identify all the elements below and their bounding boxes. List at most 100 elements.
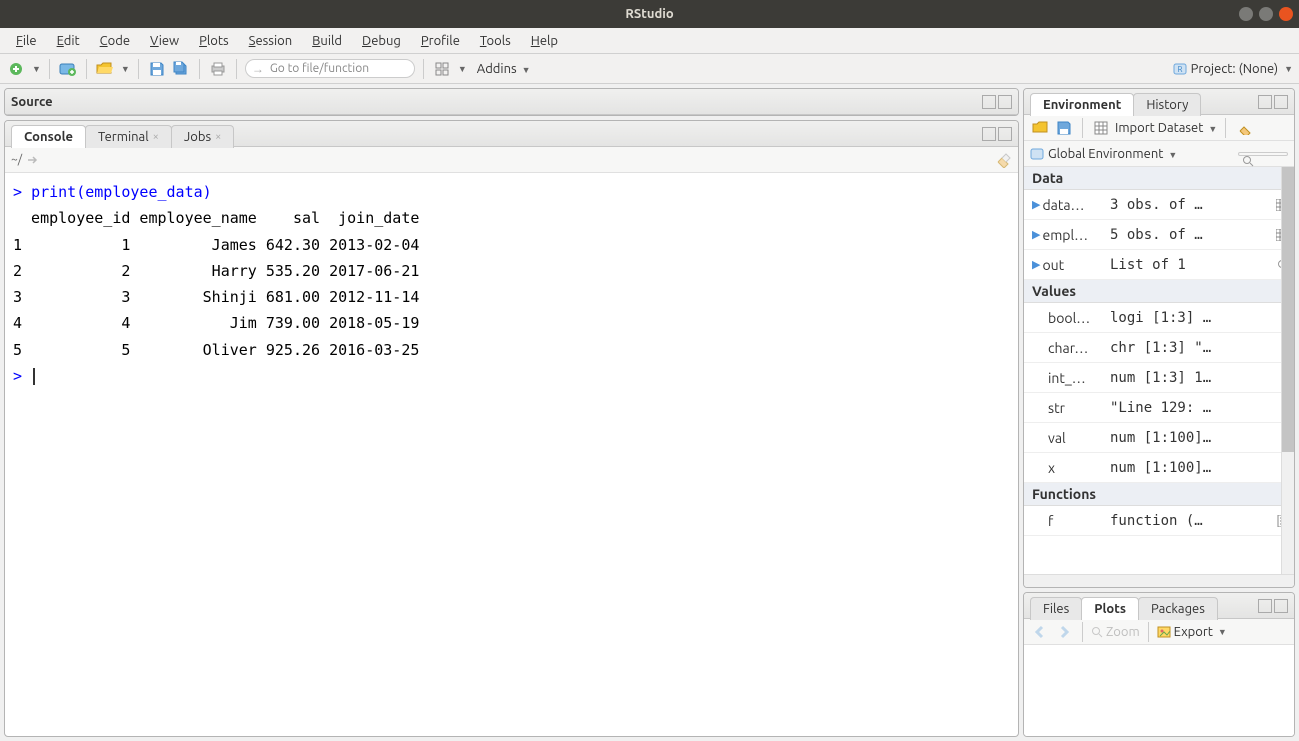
menu-tools[interactable]: Tools [470,34,521,48]
new-file-dropdown[interactable]: ▼ [32,64,41,74]
menu-debug[interactable]: Debug [352,34,411,48]
source-restore-icon[interactable] [998,95,1012,109]
separator [1082,622,1083,642]
tab-files[interactable]: Files [1030,597,1082,620]
environment-header: Environment History [1024,89,1294,115]
console-minimize-icon[interactable] [982,127,996,141]
environment-scope-selector[interactable]: Global Environment ▼ [1048,147,1177,161]
separator [86,59,87,79]
environment-search-input[interactable] [1238,152,1288,156]
tab-history[interactable]: History [1133,93,1201,116]
grid-dropdown[interactable]: ▼ [458,64,467,74]
expand-icon[interactable]: ▶ [1032,228,1040,241]
menu-view[interactable]: View [140,34,189,48]
console-pane-header: Console Terminal × Jobs × [5,121,1018,147]
environment-scope-bar: Global Environment ▼ [1024,141,1294,167]
env-row-value[interactable]: xnum [1:100]… [1024,453,1294,483]
zoom-icon [1091,626,1103,638]
env-row-value[interactable]: bool…logi [1:3] … [1024,303,1294,333]
console-output[interactable]: > print(employee_data) employee_id emplo… [5,173,1018,736]
project-selector[interactable]: R Project: (None) ▼ [1173,62,1293,76]
window-maximize-button[interactable] [1259,7,1273,21]
open-file-button[interactable] [95,59,115,79]
expand-icon[interactable]: ▶ [1032,258,1040,271]
env-row-data[interactable]: ▶out List of 1 [1024,250,1294,280]
plots-minimize-icon[interactable] [1258,599,1272,613]
save-all-button[interactable] [171,59,191,79]
env-maximize-icon[interactable] [1274,95,1288,109]
search-icon [1242,155,1254,167]
menu-plots[interactable]: Plots [189,34,239,48]
export-button[interactable]: Export ▼ [1157,625,1227,639]
tab-jobs[interactable]: Jobs × [171,125,234,148]
environment-list: Data ▶data… 3 obs. of … ▶empl… 5 obs. of… [1024,167,1294,574]
menu-code[interactable]: Code [90,34,140,48]
env-minimize-icon[interactable] [1258,95,1272,109]
menu-build[interactable]: Build [302,34,352,48]
close-icon[interactable]: × [153,131,159,143]
environment-pane: Environment History Imp [1023,88,1295,588]
close-icon[interactable]: × [215,131,221,143]
project-label: Project: (None) [1191,62,1278,76]
source-pane: Source [4,88,1019,116]
titlebar: RStudio [0,0,1299,28]
tab-plots[interactable]: Plots [1081,597,1139,620]
clear-console-button[interactable] [994,152,1012,168]
env-row-value[interactable]: char…chr [1:3] "… [1024,333,1294,363]
window-minimize-button[interactable] [1239,7,1253,21]
goto-file-function-input[interactable]: Go to file/function [245,59,415,78]
separator [1148,622,1149,642]
tab-terminal[interactable]: Terminal × [85,125,172,148]
tab-console[interactable]: Console [11,125,86,148]
plot-prev-button[interactable] [1030,622,1050,642]
window-close-button[interactable] [1279,7,1293,21]
console-popout-icon[interactable] [26,154,38,166]
export-icon [1157,626,1171,638]
env-row-function[interactable]: ffunction (… [1024,506,1294,536]
save-button[interactable] [147,59,167,79]
source-label: Source [11,95,53,109]
menu-help[interactable]: Help [521,34,568,48]
project-icon: R [1173,62,1187,76]
console-maximize-icon[interactable] [998,127,1012,141]
zoom-button[interactable]: Zoom [1091,625,1140,639]
env-row-data[interactable]: ▶data… 3 obs. of … [1024,190,1294,220]
menu-edit[interactable]: Edit [47,34,90,48]
env-row-data[interactable]: ▶empl… 5 obs. of … [1024,220,1294,250]
source-pane-header[interactable]: Source [5,89,1018,115]
menu-profile[interactable]: Profile [411,34,470,48]
import-dataset-icon[interactable] [1091,118,1111,138]
new-project-button[interactable] [58,59,78,79]
scrollbar-vertical[interactable] [1281,167,1294,574]
console-path: ~/ [11,153,22,166]
import-dataset-button[interactable]: Import Dataset ▼ [1115,121,1217,135]
grid-button[interactable] [432,59,452,79]
env-section-functions: Functions [1024,483,1294,506]
scrollbar-horizontal[interactable] [1024,574,1294,587]
plots-maximize-icon[interactable] [1274,599,1288,613]
main-toolbar: ▼ ▼ Go to file/function ▼ Addins ▼ R Pro… [0,54,1299,84]
addins-menu[interactable]: Addins ▼ [471,62,537,76]
env-row-value[interactable]: str"Line 129: … [1024,393,1294,423]
menu-file[interactable]: File [6,34,47,48]
separator [1082,118,1083,138]
load-workspace-button[interactable] [1030,118,1050,138]
print-button[interactable] [208,59,228,79]
tab-environment[interactable]: Environment [1030,93,1134,116]
save-workspace-button[interactable] [1054,118,1074,138]
environment-toolbar: Import Dataset ▼ [1024,115,1294,141]
env-row-value[interactable]: valnum [1:100]… [1024,423,1294,453]
env-section-values: Values [1024,280,1294,303]
expand-icon[interactable]: ▶ [1032,198,1040,211]
env-row-value[interactable]: int_…num [1:3] 1… [1024,363,1294,393]
separator [49,59,50,79]
menu-session[interactable]: Session [239,34,302,48]
plot-area [1024,645,1294,736]
new-file-button[interactable] [6,59,26,79]
clear-workspace-button[interactable] [1234,118,1254,138]
recent-files-dropdown[interactable]: ▼ [121,64,130,74]
console-pane: Console Terminal × Jobs × ~/ > print(emp… [4,120,1019,737]
plot-next-button[interactable] [1054,622,1074,642]
source-collapse-icon[interactable] [982,95,996,109]
tab-packages[interactable]: Packages [1138,597,1218,620]
